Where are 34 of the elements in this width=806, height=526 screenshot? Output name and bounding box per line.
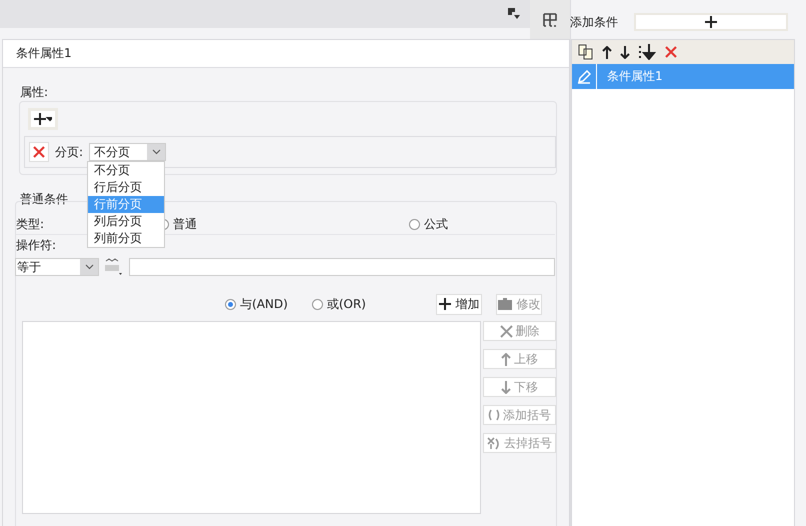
panel-tab[interactable]: 条件属性1 xyxy=(3,40,569,68)
logic-radio[interactable]: 或(OR) xyxy=(312,296,366,312)
plus-icon xyxy=(438,297,452,311)
add-button[interactable]: 增加 xyxy=(436,294,482,314)
remove-parentheses-icon xyxy=(487,436,501,450)
add-condition-label: 添加条件 xyxy=(570,14,618,30)
type-label: 类型: xyxy=(16,216,44,232)
parentheses-icon xyxy=(488,409,500,421)
page-break-select[interactable]: 不分页 xyxy=(89,143,166,161)
plus-dropdown-icon xyxy=(34,112,52,126)
plus-icon xyxy=(704,15,718,29)
copy-icon[interactable] xyxy=(578,44,594,60)
close-icon xyxy=(500,324,512,338)
delete-icon xyxy=(32,145,46,159)
arrow-up-icon xyxy=(602,46,612,58)
remove-property-button[interactable] xyxy=(29,142,49,162)
type-radio[interactable]: 公式 xyxy=(409,216,448,232)
operator-select[interactable]: 等于 xyxy=(15,258,99,276)
properties-label: 属性: xyxy=(20,84,48,101)
corner-arrow-icon[interactable] xyxy=(508,8,520,20)
move-bottom-icon[interactable] xyxy=(638,44,656,60)
delete-icon xyxy=(664,45,678,59)
operator-label: 操作符: xyxy=(16,237,56,254)
layout-icon[interactable] xyxy=(542,12,558,28)
caret-icon xyxy=(152,149,161,155)
pencil-icon xyxy=(577,70,591,84)
arrow-down-icon xyxy=(620,46,630,58)
logic-radio[interactable]: 与(AND) xyxy=(225,296,288,312)
value-input[interactable] xyxy=(129,258,555,276)
caret-icon xyxy=(84,264,94,270)
add-property-button[interactable] xyxy=(28,108,58,130)
arrow-down-icon xyxy=(501,380,511,394)
page-break-label: 分页: xyxy=(55,144,84,160)
arrow-up-icon xyxy=(501,352,511,366)
